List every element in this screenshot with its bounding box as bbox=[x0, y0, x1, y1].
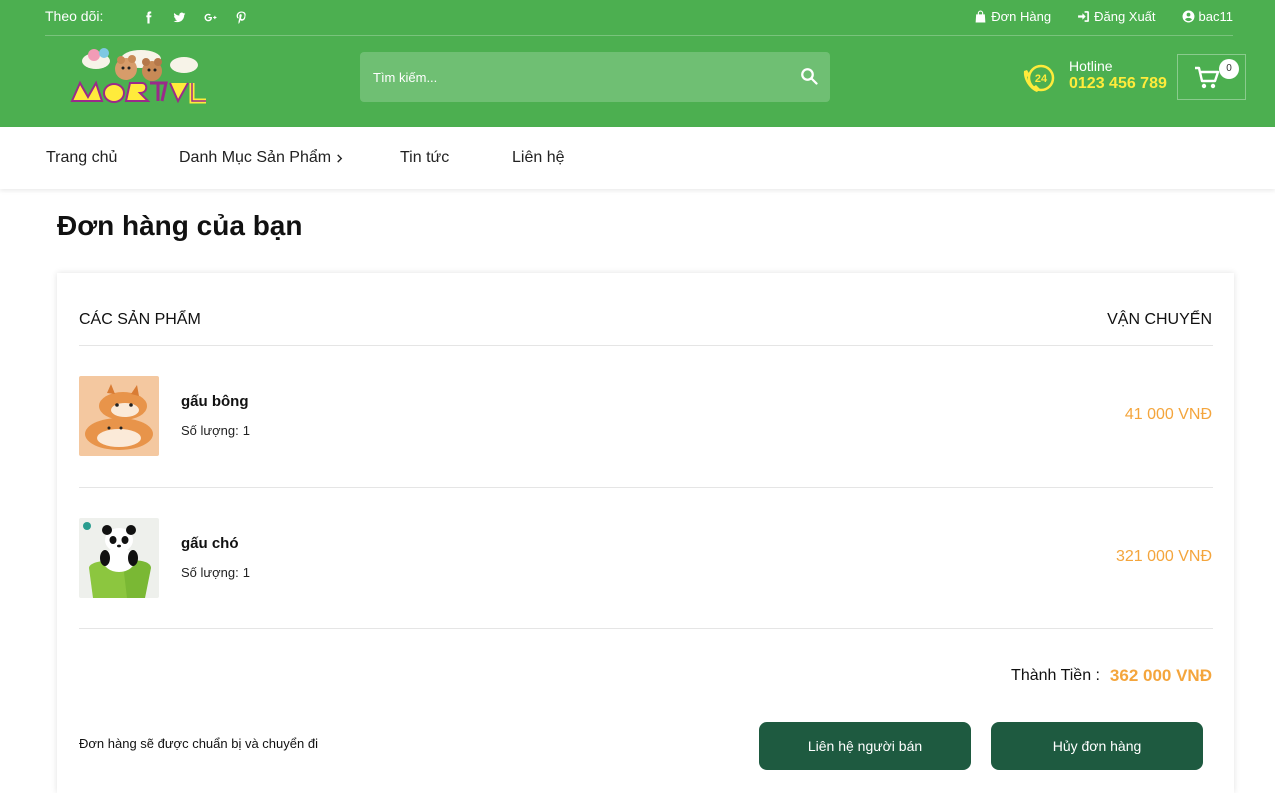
cart-button[interactable]: 0 bbox=[1177, 54, 1246, 100]
divider bbox=[79, 345, 1213, 346]
divider bbox=[79, 487, 1213, 488]
hotline-block: 24 Hotline 0123 456 789 bbox=[1021, 58, 1181, 98]
product-image-teddy[interactable] bbox=[79, 376, 159, 456]
hotline-badge: 24 bbox=[1035, 73, 1048, 85]
shipping-column-header: VẬN CHUYỂN bbox=[1107, 311, 1212, 328]
orders-link[interactable]: Đơn Hàng bbox=[974, 9, 1051, 24]
product-quantity: Số lượng: 1 bbox=[181, 423, 250, 438]
order-card: CÁC SẢN PHẨM VẬN CHUYỂN gấu bông Số lượn… bbox=[57, 273, 1234, 793]
chevron-right-icon bbox=[337, 153, 343, 163]
order-status-note: Đơn hàng sẽ được chuẩn bị và chuyển đi bbox=[79, 736, 318, 751]
twitter-icon[interactable] bbox=[164, 8, 195, 26]
divider bbox=[79, 628, 1213, 629]
search-bar bbox=[360, 52, 830, 102]
search-input[interactable] bbox=[360, 52, 780, 102]
cancel-order-button[interactable]: Hủy đơn hàng bbox=[991, 722, 1203, 770]
follow-label: Theo dõi: bbox=[45, 8, 104, 24]
site-header: Theo dõi: Đơn Hàng Đăng Xuất bac11 Tìm k… bbox=[0, 0, 1275, 127]
product-name[interactable]: gấu chó bbox=[181, 535, 239, 552]
products-column-header: CÁC SẢN PHẨM bbox=[79, 311, 201, 328]
quantity-label: Số lượng: bbox=[181, 565, 239, 580]
user-circle-icon bbox=[1182, 10, 1194, 23]
site-logo[interactable] bbox=[66, 47, 216, 109]
social-links bbox=[133, 8, 257, 26]
nav-home[interactable]: Trang chủ bbox=[46, 149, 117, 167]
hotline-label: Hotline bbox=[1069, 58, 1113, 74]
shopping-bag-icon bbox=[975, 10, 986, 23]
product-price: 41 000 VNĐ bbox=[1124, 406, 1212, 423]
nav-product-categories[interactable]: Danh Mục Sản Phẩm bbox=[179, 149, 344, 167]
username: bac11 bbox=[1198, 9, 1233, 24]
account-links: Đơn Hàng Đăng Xuất bac11 bbox=[974, 9, 1233, 24]
search-icon[interactable] bbox=[800, 67, 820, 87]
top-bar: Theo dõi: Đơn Hàng Đăng Xuất bac11 bbox=[45, 0, 1233, 36]
orders-label: Đơn Hàng bbox=[991, 9, 1052, 24]
nav-news-label: Tin tức bbox=[400, 149, 450, 166]
nav-contact-label: Liên hệ bbox=[512, 149, 565, 166]
product-quantity: Số lượng: 1 bbox=[181, 565, 250, 580]
logout-label: Đăng Xuất bbox=[1094, 9, 1156, 24]
quantity-label: Số lượng: bbox=[181, 423, 239, 438]
product-name[interactable]: gấu bông bbox=[181, 393, 249, 410]
product-image-panda[interactable] bbox=[79, 518, 159, 598]
main-nav: Trang chủ Danh Mục Sản Phẩm Tin tức Liên… bbox=[0, 127, 1275, 189]
pinterest-icon[interactable] bbox=[226, 8, 257, 26]
hotline-number[interactable]: 0123 456 789 bbox=[1069, 75, 1167, 93]
user-account-link[interactable]: bac11 bbox=[1182, 9, 1233, 24]
nav-categories-label: Danh Mục Sản Phẩm bbox=[179, 149, 332, 166]
google-plus-icon[interactable] bbox=[195, 8, 226, 26]
logout-link[interactable]: Đăng Xuất bbox=[1077, 9, 1156, 24]
sign-in-icon bbox=[1078, 11, 1090, 22]
nav-home-label: Trang chủ bbox=[46, 149, 118, 166]
total-label: Thành Tiền : bbox=[1011, 667, 1100, 684]
quantity-value: 1 bbox=[242, 565, 250, 580]
contact-seller-button[interactable]: Liên hệ người bán bbox=[759, 722, 971, 770]
quantity-value: 1 bbox=[242, 423, 250, 438]
product-price: 321 000 VNĐ bbox=[1115, 548, 1212, 565]
total-value: 362 000 VNĐ bbox=[1109, 666, 1212, 685]
shopping-cart-icon bbox=[1194, 66, 1220, 90]
cart-count-badge: 0 bbox=[1219, 59, 1239, 79]
phone-24h-icon: 24 bbox=[1021, 61, 1057, 97]
nav-news[interactable]: Tin tức bbox=[400, 149, 449, 167]
nav-contact[interactable]: Liên hệ bbox=[512, 149, 565, 167]
facebook-icon[interactable] bbox=[133, 8, 164, 26]
page-title: Đơn hàng của bạn bbox=[57, 210, 303, 241]
